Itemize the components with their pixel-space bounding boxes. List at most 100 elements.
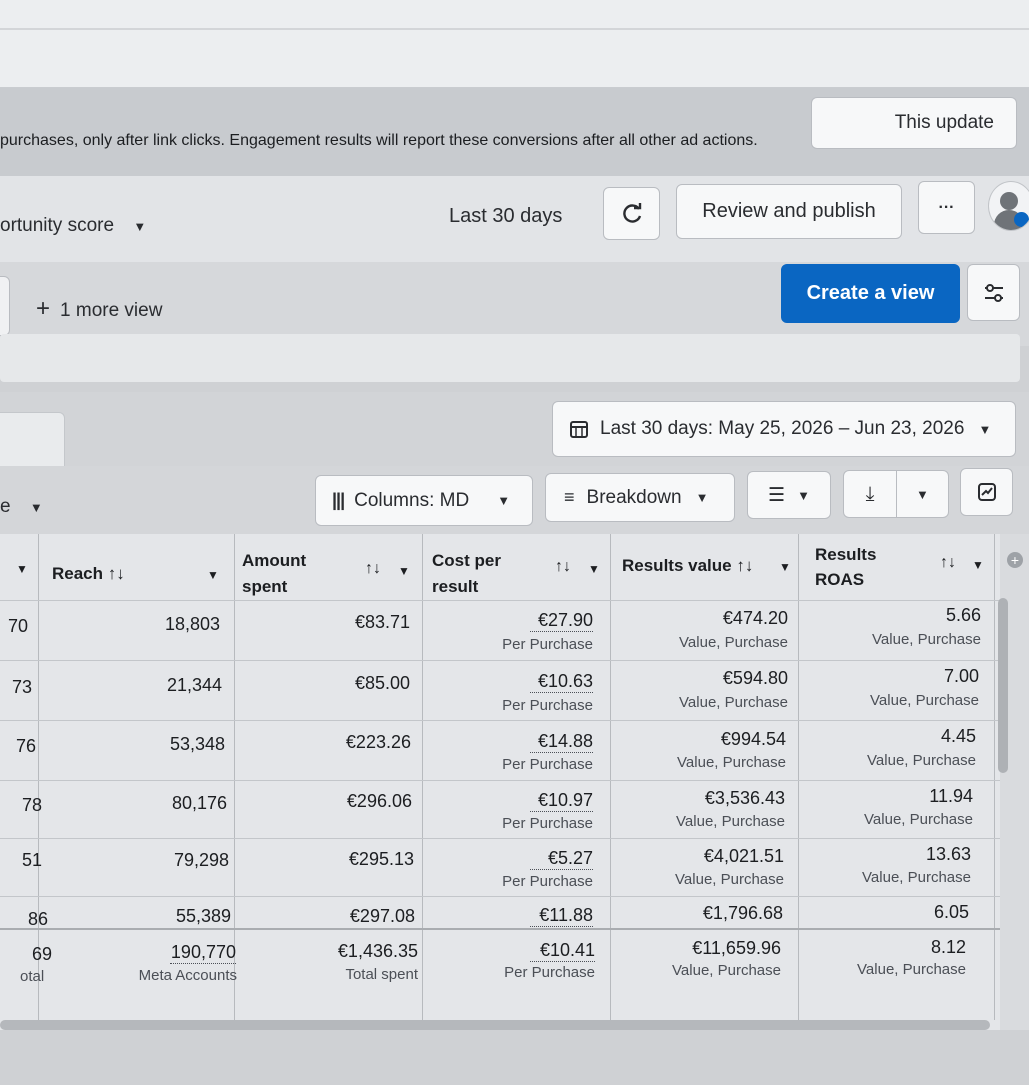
reach-cell: 80,176 [171, 793, 227, 813]
results-value-sub: Value, Purchase [679, 694, 788, 711]
cost-per-result-sub: Per Purchase [502, 636, 593, 653]
search-bar[interactable] [0, 334, 1020, 382]
column-divider [994, 534, 995, 1020]
add-column-icon[interactable]: + [1007, 552, 1023, 568]
results-value-sub: Value, Purchase [677, 754, 786, 771]
row-divider [0, 720, 1000, 721]
review-publish-button[interactable]: Review and publish [676, 184, 902, 239]
roas-sub: Value, Purchase [870, 692, 979, 709]
breakdown-label: Breakdown [586, 486, 682, 508]
total-amount-spent: €1,436.35 [337, 941, 418, 961]
banner-text: purchases, only after link clicks. Engag… [0, 132, 758, 149]
caret-down-icon: ▼ [695, 490, 709, 505]
roas-cell: 6.05 [933, 902, 969, 922]
caret-down-icon: ▼ [16, 562, 28, 576]
header-amount-spent-label: Amount spent [242, 551, 307, 596]
cost-per-result-cell[interactable]: €11.88 [530, 905, 593, 927]
total-results-value-sub: Value, Purchase [672, 962, 781, 979]
amount-spent-cell: €83.71 [354, 612, 410, 632]
header-cost-per-result[interactable]: Cost per result ↑↓ ▼ [432, 534, 610, 600]
header-cost-per-result-label: Cost per result [432, 551, 501, 596]
refresh-button[interactable] [603, 187, 660, 240]
results-value-cell: €594.80 [722, 668, 788, 688]
more-view-text: 1 more view [60, 300, 163, 321]
row-divider [0, 660, 1000, 661]
data-table [0, 534, 1000, 1030]
row-id: 70 [8, 616, 29, 636]
header-results-value[interactable]: Results value ↑↓ ▼ [622, 534, 798, 600]
export-button[interactable]: ⤓ ▼ [843, 470, 949, 518]
date-preset-label[interactable]: Last 30 days [449, 205, 562, 228]
opportunity-score-text: ortunity score [0, 215, 115, 236]
caret-down-icon: ▼ [207, 568, 219, 582]
header-results-value-label: Results value ↑↓ [622, 556, 754, 575]
header-results-roas-label: Results ROAS [815, 545, 877, 589]
cost-per-result-cell[interactable]: €27.90 [530, 610, 593, 632]
refresh-icon [622, 202, 641, 223]
more-icon: ··· [938, 198, 955, 216]
customize-button[interactable] [967, 264, 1020, 321]
chart-button[interactable] [960, 468, 1013, 516]
header-divider [0, 600, 1000, 601]
sliders-icon [984, 283, 1003, 302]
this-update-button[interactable]: This update [811, 97, 1017, 149]
results-value-cell: €474.20 [722, 608, 788, 628]
reach-cell: 79,298 [173, 850, 229, 870]
caret-down-icon[interactable]: ▼ [897, 487, 948, 502]
sort-icon: ↑↓ [365, 560, 381, 577]
header-reach[interactable]: Reach ↑↓ ▼ [52, 534, 232, 600]
level-dropdown[interactable]: e ▼ [0, 496, 43, 518]
roas-cell: 13.63 [925, 844, 971, 864]
date-range-picker[interactable]: Last 30 days: May 25, 2026 – Jun 23, 202… [552, 401, 1016, 457]
chart-icon [977, 483, 996, 501]
cost-per-result-sub: Per Purchase [502, 815, 593, 832]
header-results-roas[interactable]: Results ROAS ↑↓ ▼ [815, 534, 995, 600]
avatar[interactable] [988, 181, 1029, 231]
cost-per-result-cell[interactable]: €5.27 [530, 848, 593, 870]
view-card[interactable] [0, 276, 10, 336]
header-amount-spent[interactable]: Amount spent ↑↓ ▼ [242, 534, 422, 600]
vertical-scrollbar[interactable] [998, 598, 1008, 773]
amount-spent-cell: €297.08 [349, 906, 415, 926]
caret-down-icon: ▼ [779, 560, 791, 574]
cost-per-result-sub: Per Purchase [502, 756, 593, 773]
date-range-label: Last 30 days: May 25, 2026 – Jun 23, 202… [600, 418, 965, 439]
opportunity-score-label[interactable]: ortunity score ▼ [0, 215, 146, 237]
breakdown-dropdown[interactable]: ≡ Breakdown ▼ [545, 473, 735, 522]
horizontal-scrollbar[interactable] [0, 1020, 990, 1030]
results-value-sub: Value, Purchase [679, 634, 788, 651]
total-cost-per-result[interactable]: €10.41 [530, 940, 595, 962]
row-id: 76 [16, 736, 37, 756]
more-options-button[interactable]: ··· [918, 181, 975, 234]
row-divider [0, 780, 1000, 781]
level-label: e [0, 496, 11, 517]
roas-cell: 11.94 [929, 786, 973, 806]
total-roas-sub: Value, Purchase [857, 961, 966, 978]
header-reach-label: Reach ↑↓ [52, 564, 125, 583]
caret-down-icon: ▼ [797, 487, 810, 503]
caret-down-icon: ▼ [588, 562, 600, 576]
reach-cell: 21,344 [166, 675, 222, 695]
cost-per-result-cell[interactable]: €10.63 [530, 671, 593, 693]
reports-dropdown[interactable]: ☰ ▼ [747, 471, 831, 519]
cost-per-result-cell[interactable]: €14.88 [530, 731, 593, 753]
cost-per-result-sub: Per Purchase [502, 873, 593, 890]
columns-dropdown[interactable]: ||| Columns: MD ▼ [315, 475, 533, 526]
columns-icon: ||| [332, 490, 345, 510]
bottom-area [0, 1030, 1029, 1085]
download-icon: ⤓ [865, 482, 875, 505]
total-row-id: 69 [32, 944, 53, 964]
more-view-link[interactable]: +1 more view [36, 295, 162, 323]
roas-cell: 4.45 [940, 726, 976, 746]
total-roas: 8.12 [930, 937, 966, 957]
total-reach[interactable]: 190,770 [170, 942, 236, 964]
cost-per-result-cell[interactable]: €10.97 [530, 790, 593, 812]
caret-down-icon: ▼ [497, 493, 511, 508]
total-cost-per-result-sub: Per Purchase [504, 964, 595, 981]
cost-per-result-sub: Per Purchase [502, 697, 593, 714]
col-sort-caret[interactable]: ▼ [16, 534, 38, 600]
create-view-button[interactable]: Create a view [781, 264, 960, 323]
sort-icon: ↑↓ [940, 554, 956, 571]
reach-cell: 18,803 [164, 614, 220, 634]
caret-down-icon: ▼ [29, 500, 43, 515]
